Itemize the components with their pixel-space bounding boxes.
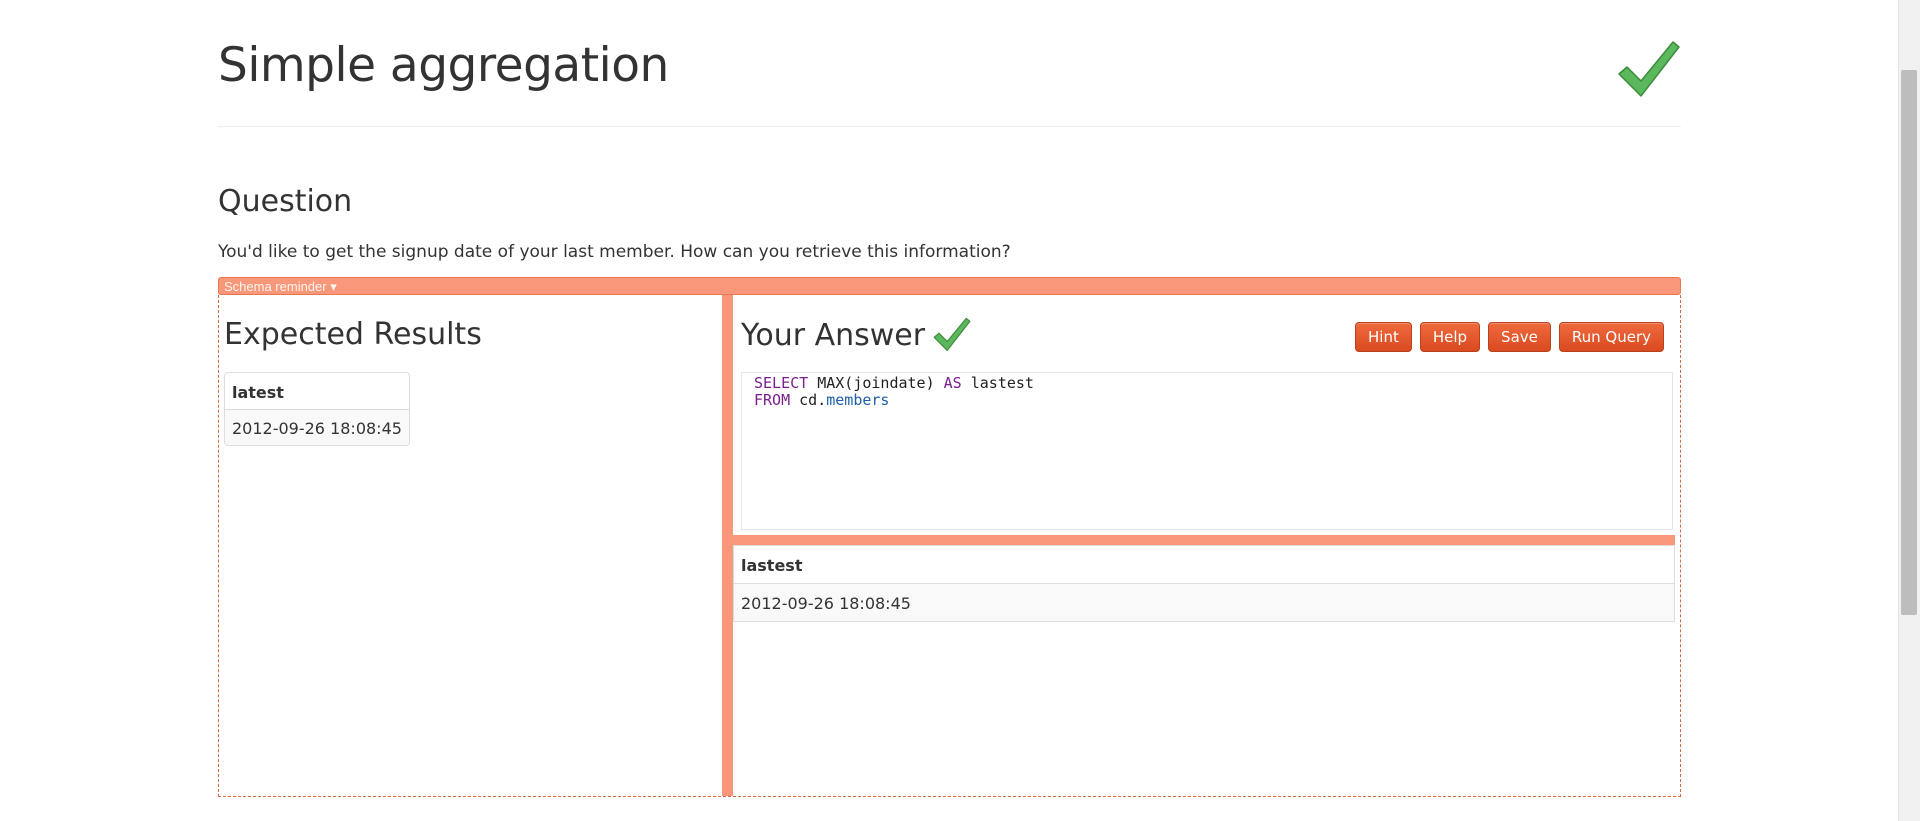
sql-keyword: FROM	[754, 391, 791, 409]
exercise-page: Simple aggregation Question You'd like t…	[218, 0, 1681, 797]
checkmark-icon	[1618, 41, 1680, 97]
sql-text: lastest	[961, 374, 1034, 392]
query-results-table: lastest 2012-09-26 18:08:45	[733, 545, 1675, 622]
scrollbar-thumb[interactable]	[1901, 70, 1917, 615]
query-toolbar: Hint Help Save Run Query	[1355, 322, 1664, 352]
page-title: Simple aggregation	[218, 38, 669, 93]
question-text: You'd like to get the signup date of you…	[218, 242, 1011, 262]
schema-reminder-toggle[interactable]: Schema reminder ▾	[218, 277, 1681, 295]
expected-results-panel: Expected Results latest 2012-09-26 18:08…	[224, 295, 718, 795]
table-row: 2012-09-26 18:08:45	[733, 583, 1675, 622]
save-button[interactable]: Save	[1488, 322, 1551, 352]
table-cell: 2012-09-26 18:08:45	[733, 583, 1675, 622]
column-header: latest	[225, 373, 409, 410]
table-cell: 2012-09-26 18:08:45	[225, 410, 409, 445]
title-row: Simple aggregation	[218, 0, 1681, 127]
your-answer-heading: Your Answer	[741, 317, 926, 353]
sql-text: MAX(joindate)	[808, 374, 944, 392]
help-button[interactable]: Help	[1419, 322, 1481, 352]
workspace: Expected Results latest 2012-09-26 18:08…	[218, 295, 1681, 797]
answer-header: Your Answer	[741, 315, 971, 355]
expected-results-table: latest 2012-09-26 18:08:45	[224, 372, 410, 446]
sql-text: cd.	[790, 391, 827, 409]
answer-panel: Your Answer Hint Help Save Run Query SEL…	[733, 295, 1675, 795]
vertical-splitter[interactable]	[722, 295, 733, 796]
column-header: lastest	[733, 545, 1675, 584]
sql-identifier: members	[826, 391, 890, 409]
table-header-row: latest	[225, 373, 409, 410]
expected-results-heading: Expected Results	[224, 317, 482, 352]
editor-line-2: FROM cd.members	[754, 392, 1660, 409]
table-row: 2012-09-26 18:08:45	[225, 410, 409, 445]
sql-keyword: AS	[943, 374, 962, 392]
editor-line-1: SELECT MAX(joindate) AS lastest	[754, 375, 1660, 392]
sql-keyword: SELECT	[754, 374, 809, 392]
question-heading: Question	[218, 184, 353, 219]
page-scrollbar[interactable]	[1898, 0, 1920, 821]
hint-button[interactable]: Hint	[1355, 322, 1412, 352]
table-header-row: lastest	[733, 545, 1675, 584]
horizontal-splitter[interactable]	[733, 535, 1675, 545]
sql-editor[interactable]: SELECT MAX(joindate) AS lastest FROM cd.m…	[741, 372, 1673, 530]
checkmark-icon	[933, 317, 971, 352]
run-query-button[interactable]: Run Query	[1558, 322, 1664, 352]
